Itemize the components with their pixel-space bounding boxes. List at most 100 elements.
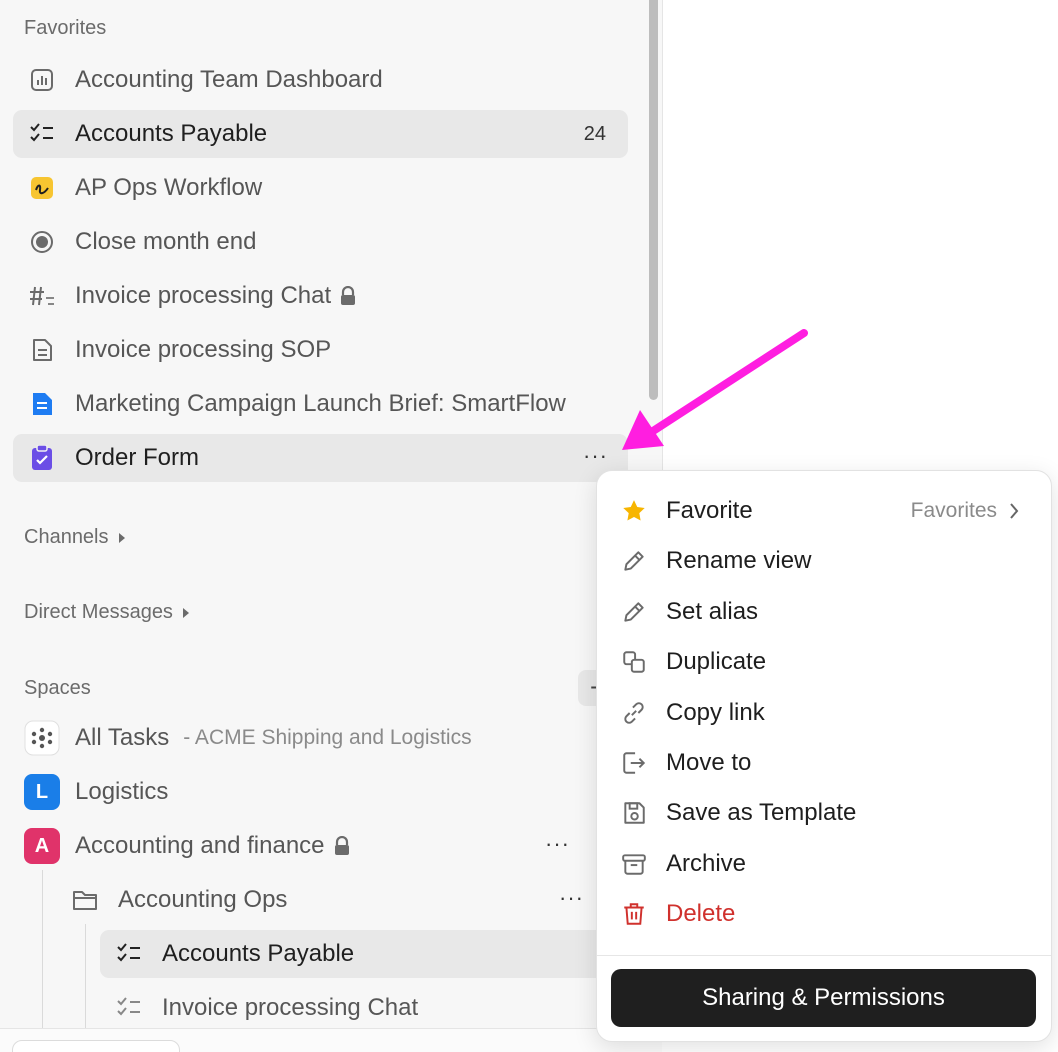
favorites-header[interactable]: Favorites	[24, 17, 106, 40]
space-avatar-accounting: A	[24, 828, 60, 864]
link-icon	[621, 700, 647, 726]
doc-icon	[29, 338, 55, 362]
menu-item-label: Archive	[666, 850, 747, 877]
caret-right-icon	[118, 532, 125, 543]
duplicate-icon	[621, 649, 647, 675]
circle-icon	[29, 230, 55, 254]
menu-item-save-template[interactable]: Save as Template	[609, 791, 1039, 835]
favorite-item-invoice-sop[interactable]: Invoice processing SOP	[13, 326, 628, 374]
menu-item-label: Copy link	[666, 699, 765, 726]
menu-item-delete[interactable]: Delete	[609, 892, 1039, 936]
favorite-item-label: Close month end	[75, 228, 257, 255]
favorite-item-order-form[interactable]: Order Form ···	[13, 434, 628, 482]
menu-item-duplicate[interactable]: Duplicate	[609, 640, 1039, 684]
spaces-header[interactable]: Spaces	[24, 677, 91, 700]
move-icon	[621, 750, 647, 776]
menu-item-rename-view[interactable]: Rename view	[609, 539, 1039, 583]
all-tasks-icon	[24, 720, 60, 756]
favorite-item-label: Accounting Team Dashboard	[75, 66, 383, 93]
space-avatar-logistics: L	[24, 774, 60, 810]
menu-item-copy-link[interactable]: Copy link	[609, 691, 1039, 735]
menu-item-archive[interactable]: Archive	[609, 842, 1039, 886]
favorite-item-label: AP Ops Workflow	[75, 174, 263, 201]
space-badge: L	[24, 774, 60, 810]
app-window: Favorites Accounting Team Dashboard Acco…	[0, 0, 1058, 1052]
favorite-item-ap-ops-workflow[interactable]: AP Ops Workflow	[13, 164, 628, 212]
space-accounting-finance[interactable]: A Accounting and finance ··· +	[13, 822, 628, 870]
footer-button[interactable]	[12, 1040, 180, 1052]
menu-item-label: Save as Template	[666, 799, 857, 826]
favorite-location: Favorites	[911, 499, 1019, 523]
space-logistics[interactable]: L Logistics	[13, 768, 628, 816]
menu-item-set-alias[interactable]: Set alias	[609, 590, 1039, 634]
space-label: All Tasks - ACME Shipping and Logistics	[75, 724, 472, 752]
channels-label: Channels	[24, 526, 109, 548]
menu-item-label: Set alias	[666, 598, 759, 625]
favorite-item-label: Marketing Campaign Launch Brief: SmartFl…	[75, 390, 566, 417]
lock-icon	[334, 836, 349, 855]
favorite-location-label: Favorites	[910, 499, 997, 522]
dashboard-icon	[29, 68, 55, 92]
list-accounts-payable[interactable]: Accounts Payable 24	[100, 930, 638, 978]
form-icon	[29, 445, 55, 470]
doc-blue-icon	[29, 392, 55, 416]
space-label: Logistics	[75, 778, 169, 805]
space-badge: A	[24, 828, 60, 864]
accounting-label: Accounting and finance	[75, 832, 325, 859]
chat-icon	[29, 284, 55, 308]
favorite-item-label: Invoice processing Chat	[75, 282, 357, 310]
list-label: Accounts Payable	[162, 940, 355, 967]
menu-divider	[597, 955, 1051, 956]
folder-label: Accounting Ops	[118, 886, 288, 913]
menu-item-move-to[interactable]: Move to	[609, 741, 1039, 785]
menu-item-label: Rename view	[666, 547, 812, 574]
direct-messages-label: Direct Messages	[24, 601, 173, 623]
list-icon	[116, 996, 142, 1020]
space-more-button[interactable]: ···	[545, 830, 570, 858]
folder-icon	[72, 888, 98, 912]
more-options-button[interactable]: ···	[583, 442, 608, 470]
whiteboard-icon	[29, 176, 55, 200]
folder-more-button[interactable]: ···	[559, 884, 584, 912]
pencil-icon	[621, 599, 647, 625]
chat-label: Invoice processing Chat	[75, 282, 332, 309]
sidebar-scrollbar[interactable]	[649, 0, 658, 400]
favorite-item-label: Invoice processing SOP	[75, 336, 332, 363]
folder-accounting-ops[interactable]: Accounting Ops ··· +	[56, 876, 628, 924]
all-tasks-label: All Tasks	[75, 724, 170, 751]
favorite-item-invoice-chat[interactable]: Invoice processing Chat	[13, 272, 628, 320]
favorite-item-close-month-end[interactable]: Close month end	[13, 218, 628, 266]
chevron-right-icon	[1010, 503, 1019, 519]
space-label: Accounting and finance	[75, 832, 351, 860]
menu-item-label: Move to	[666, 749, 752, 776]
trash-icon	[621, 901, 647, 927]
favorite-item-dashboard[interactable]: Accounting Team Dashboard	[13, 56, 628, 104]
list-label: Invoice processing Chat	[162, 994, 419, 1021]
workspace-name: - ACME Shipping and Logistics	[183, 726, 472, 749]
star-icon	[621, 498, 647, 524]
sharing-permissions-button[interactable]: Sharing & Permissions	[611, 969, 1036, 1027]
context-menu: Favorite Favorites Rename view Set alias…	[596, 470, 1052, 1042]
favorites-header-label: Favorites	[24, 17, 107, 39]
menu-item-favorite[interactable]: Favorite Favorites	[609, 489, 1039, 533]
menu-item-label: Duplicate	[666, 648, 767, 675]
sidebar: Favorites Accounting Team Dashboard Acco…	[0, 0, 663, 1028]
favorite-item-marketing-brief[interactable]: Marketing Campaign Launch Brief: SmartFl…	[13, 380, 628, 428]
menu-item-label: Delete	[666, 900, 736, 927]
list-invoice-chat[interactable]: Invoice processing Chat	[100, 984, 628, 1028]
direct-messages-header[interactable]: Direct Messages	[24, 601, 189, 624]
tree-guide	[85, 924, 86, 1028]
favorite-item-accounts-payable[interactable]: Accounts Payable 24	[13, 110, 628, 158]
space-all-tasks[interactable]: All Tasks - ACME Shipping and Logistics	[13, 714, 628, 762]
list-icon	[116, 942, 142, 966]
caret-right-icon	[182, 607, 189, 618]
task-count: 24	[583, 122, 606, 145]
favorite-item-label: Accounts Payable	[75, 120, 268, 147]
tree-guide	[42, 870, 43, 1028]
save-icon	[621, 800, 647, 826]
list-icon	[29, 122, 55, 146]
spaces-label: Spaces	[24, 677, 91, 699]
channels-header[interactable]: Channels	[24, 526, 125, 549]
menu-item-label: Favorite	[666, 497, 753, 524]
favorite-item-label: Order Form	[75, 444, 200, 471]
